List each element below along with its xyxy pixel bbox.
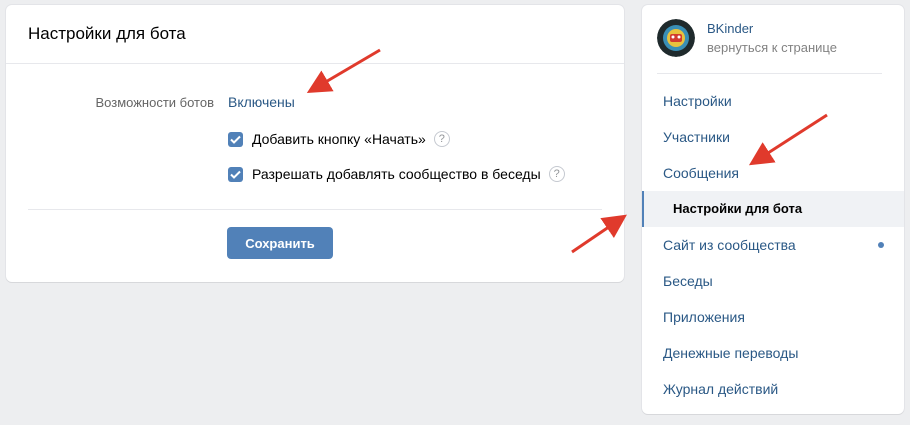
allow-chats-option[interactable]: Разрешать добавлять сообщество в беседы … [228,166,565,182]
sidebar-menu: Настройки Участники Сообщения Настройки … [642,83,904,407]
start-button-checkbox[interactable] [228,131,243,147]
help-icon[interactable]: ? [433,131,450,147]
avatar[interactable] [657,19,695,57]
sidebar-item-members[interactable]: Участники [642,119,904,155]
divider [28,209,602,210]
community-avatar-icon [657,19,695,57]
save-button[interactable]: Сохранить [227,227,333,259]
sidebar-item-bot-settings[interactable]: Настройки для бота [642,191,904,227]
allow-chats-checkbox[interactable] [228,166,243,182]
sidebar-item-label: Сайт из сообщества [663,237,796,253]
checkmark-icon [230,135,241,144]
panel-title: Настройки для бота [6,5,624,64]
sidebar-item-community-site[interactable]: Сайт из сообщества [642,227,904,263]
divider [657,73,882,74]
checkmark-icon [230,170,241,179]
community-profile[interactable]: BKinder вернуться к странице [657,19,837,57]
start-button-option-label: Добавить кнопку «Начать» [252,131,426,147]
sidebar-item-apps[interactable]: Приложения [642,299,904,335]
back-to-page-link[interactable]: вернуться к странице [707,40,837,55]
notification-dot [878,242,884,248]
community-name[interactable]: BKinder [707,21,837,36]
bot-settings-panel: Настройки для бота Возможности ботов Вкл… [6,5,624,282]
sidebar-item-settings[interactable]: Настройки [642,83,904,119]
start-button-option[interactable]: Добавить кнопку «Начать» ? [228,131,450,147]
help-icon[interactable]: ? [548,166,565,182]
allow-chats-option-label: Разрешать добавлять сообщество в беседы [252,166,541,182]
sidebar-item-action-log[interactable]: Журнал действий [642,371,904,407]
sidebar-item-messages[interactable]: Сообщения [642,155,904,191]
bot-features-value[interactable]: Включены [228,94,295,110]
community-sidebar: BKinder вернуться к странице Настройки У… [642,5,904,414]
bot-features-label: Возможности ботов [95,95,214,110]
sidebar-item-chats[interactable]: Беседы [642,263,904,299]
sidebar-item-money-transfers[interactable]: Денежные переводы [642,335,904,371]
